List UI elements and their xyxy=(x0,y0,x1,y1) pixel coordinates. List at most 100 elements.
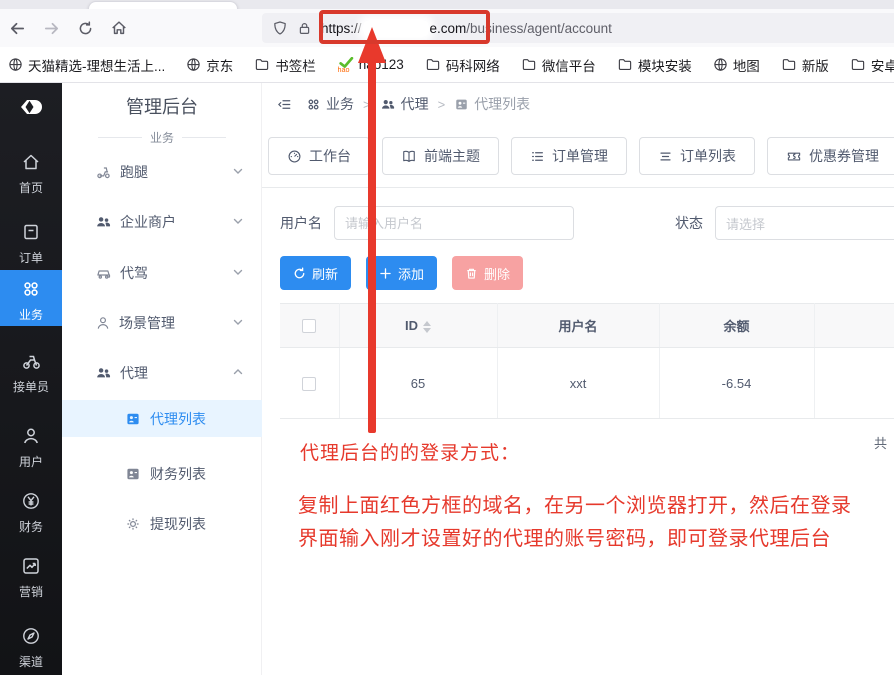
column-balance: 余额 xyxy=(659,304,814,348)
row-checkbox[interactable] xyxy=(302,377,316,391)
url-domain-suffix: e.com xyxy=(430,21,467,36)
refresh-icon xyxy=(293,267,306,280)
bookmark-item[interactable]: 地图 xyxy=(713,55,760,75)
grid-icon xyxy=(0,279,62,302)
menu-item-driving-service[interactable]: 代驾 xyxy=(62,255,262,291)
row-select-cell xyxy=(280,348,339,419)
back-icon[interactable] xyxy=(0,13,34,43)
breadcrumb-item-business[interactable]: 业务 xyxy=(306,94,354,114)
status-select[interactable]: 请选择 xyxy=(715,206,894,240)
breadcrumb-item-agent-list: 代理列表 xyxy=(454,94,530,114)
main-content: 业务 > 代理 > 代理列表 工作台 前端主题 订单管理 订单列表 xyxy=(262,83,894,675)
select-all-cell xyxy=(280,304,339,348)
tab-order-list[interactable]: 订单列表 xyxy=(639,137,755,175)
chart-icon xyxy=(0,556,62,579)
action-buttons: 刷新 添加 删除 xyxy=(280,256,523,290)
folder-icon xyxy=(254,57,270,72)
person-icon xyxy=(95,315,111,331)
bookmark-folder[interactable]: 书签栏 xyxy=(254,55,316,75)
table-row: 65 xxt -6.54 西乡塘 xyxy=(280,348,894,419)
cell-balance: -6.54 xyxy=(659,348,814,419)
bookmark-item[interactable]: hao hao123 xyxy=(337,57,404,73)
app-logo[interactable] xyxy=(0,95,62,119)
scooter-icon xyxy=(95,164,112,180)
bookmark-folder[interactable]: 码科网络 xyxy=(425,55,500,75)
bookmark-folder[interactable]: 新版 xyxy=(781,55,829,75)
chevron-down-icon xyxy=(232,315,244,331)
user-icon xyxy=(0,426,62,449)
menu-subitem-withdrawal-list[interactable]: 提现列表 xyxy=(62,505,262,542)
breadcrumb-item-agents[interactable]: 代理 xyxy=(380,94,429,114)
shield-icon[interactable] xyxy=(272,20,288,36)
chevron-down-icon xyxy=(232,265,244,281)
grid-icon xyxy=(306,97,321,112)
gear-icon xyxy=(125,516,141,532)
annotation-line: 复制上面红色方框的域名，在另一个浏览器打开，然后在登录 xyxy=(298,490,852,523)
username-input[interactable] xyxy=(334,206,574,240)
breadcrumb-separator: > xyxy=(438,97,446,112)
forward-icon[interactable] xyxy=(34,13,68,43)
reload-icon[interactable] xyxy=(68,13,102,43)
delete-button[interactable]: 删除 xyxy=(452,256,523,290)
menu-subitem-finance-list[interactable]: 财务列表 xyxy=(62,455,262,492)
tab-order-management[interactable]: 订单管理 xyxy=(511,137,627,175)
agents-table: ID 用户名 余额 代理 65 xxt -6.54 西乡塘 xyxy=(280,303,894,419)
bookmark-item[interactable]: 京东 xyxy=(186,55,233,75)
app-logo-icon xyxy=(15,95,47,119)
sidebar-item-marketing[interactable]: 营销 xyxy=(0,550,62,602)
filter-bar: 用户名 状态 请选择 xyxy=(280,205,894,241)
bookmark-item[interactable]: 天猫精选-理想生活上... xyxy=(8,55,165,75)
column-username: 用户名 xyxy=(497,304,659,348)
sidebar-item-home[interactable]: 首页 xyxy=(0,146,62,198)
home-icon[interactable] xyxy=(102,13,136,43)
sidebar-item-channels[interactable]: 渠道 xyxy=(0,620,62,672)
breadcrumb: 业务 > 代理 > 代理列表 xyxy=(262,83,894,125)
globe-icon xyxy=(186,57,201,72)
people-icon xyxy=(95,214,112,230)
menu-subitem-agent-list[interactable]: 代理列表 xyxy=(62,400,262,437)
rider-icon xyxy=(0,351,62,374)
lock-icon[interactable] xyxy=(297,21,312,36)
order-icon xyxy=(0,222,62,245)
hao123-icon: hao xyxy=(337,57,354,73)
add-button[interactable]: 添加 xyxy=(366,256,437,290)
column-agent-region: 代理 xyxy=(814,304,894,348)
menu-item-enterprise-merchants[interactable]: 企业商户 xyxy=(62,204,262,240)
sidebar-item-finance[interactable]: 财务 xyxy=(0,485,62,537)
browser-toolbar: https://e.com/business/agent/account xyxy=(0,9,894,47)
menu-item-agents[interactable]: 代理 xyxy=(62,355,262,391)
pagination-total: 共 xyxy=(874,433,887,452)
sidebar-item-orders[interactable]: 订单 xyxy=(0,216,62,268)
cell-id: 65 xyxy=(339,348,497,419)
tab-frontend-theme[interactable]: 前端主题 xyxy=(382,137,499,175)
refresh-button[interactable]: 刷新 xyxy=(280,256,351,290)
tab-coupon-management[interactable]: 优惠券管理 xyxy=(767,137,894,175)
bookmark-folder[interactable]: 模块安装 xyxy=(617,55,692,75)
sidebar-item-couriers[interactable]: 接单员 xyxy=(0,345,62,397)
bookmark-folder[interactable]: 微信平台 xyxy=(521,55,596,75)
url-redacted-blur xyxy=(363,20,429,37)
folder-icon xyxy=(850,57,866,72)
tab-workbench[interactable]: 工作台 xyxy=(268,137,370,175)
folder-icon xyxy=(425,57,441,72)
menu-item-errands[interactable]: 跑腿 xyxy=(62,154,262,190)
bookmark-folder[interactable]: 安卓&IOS上架 xyxy=(850,55,894,75)
yen-circle-icon xyxy=(0,491,62,514)
menu-item-scene-management[interactable]: 场景管理 xyxy=(62,305,262,341)
chevron-up-icon xyxy=(232,365,244,381)
people-icon xyxy=(95,365,112,381)
ticket-icon xyxy=(786,149,802,164)
sidebar-item-users[interactable]: 用户 xyxy=(0,420,62,472)
sort-icon[interactable] xyxy=(423,321,431,333)
annotation-title: 代理后台的的登录方式： xyxy=(300,438,520,465)
column-id[interactable]: ID xyxy=(339,304,497,348)
globe-icon xyxy=(8,57,23,72)
bookmarks-bar: 天猫精选-理想生活上... 京东 书签栏 hao hao123 码科网络 微信平… xyxy=(0,47,894,83)
sidebar-item-business[interactable]: 业务 xyxy=(0,270,62,326)
trash-icon xyxy=(465,267,478,280)
breadcrumb-separator: > xyxy=(363,97,371,112)
select-all-checkbox[interactable] xyxy=(302,319,316,333)
list-icon xyxy=(658,149,673,164)
url-bar[interactable]: https://e.com/business/agent/account xyxy=(262,13,894,43)
collapse-sidebar-icon[interactable] xyxy=(276,97,293,112)
